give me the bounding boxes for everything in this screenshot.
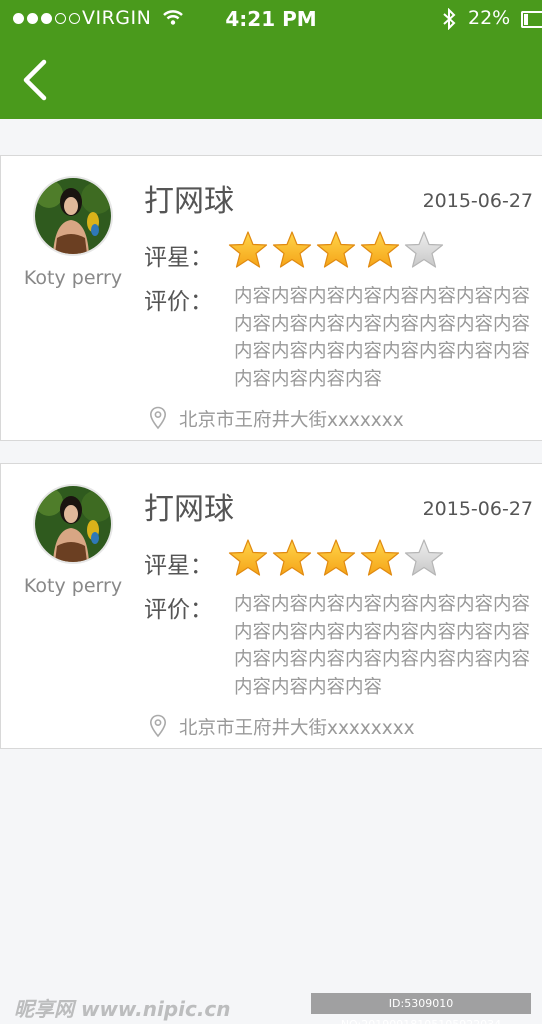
battery-icon — [521, 11, 542, 28]
review-text: 内容内容内容内容内容内容内容内容内容内容内容内容内容内容内容内容内容内容内容内容… — [234, 594, 531, 698]
reviewer-name: Koty perry — [23, 575, 123, 597]
star-filled-icon — [316, 231, 356, 268]
reviewer-name: Koty perry — [23, 267, 123, 289]
star-rating — [228, 538, 444, 578]
star-empty-icon — [404, 539, 444, 576]
star-filled-icon — [316, 539, 356, 576]
star-filled-icon — [360, 539, 400, 576]
star-filled-icon — [360, 231, 400, 268]
review-label: 评价： — [144, 597, 213, 623]
rating-label: 评星： — [144, 553, 213, 579]
review-card[interactable]: Koty perry 打网球 2015-06-27 评星： 评价： 内容内容内容… — [0, 463, 542, 749]
back-arrow-icon[interactable] — [20, 58, 50, 102]
review-date: 2015-06-27 — [422, 190, 533, 212]
location-pin-icon — [149, 406, 167, 430]
watermark-id: ID:5309010 NO:20190918105105922034 — [311, 993, 531, 1024]
star-empty-icon — [404, 231, 444, 268]
avatar — [33, 484, 113, 564]
star-rating — [228, 230, 444, 270]
review-card[interactable]: Koty perry 打网球 2015-06-27 评星： 评价： 内容内容内容… — [0, 155, 542, 441]
star-filled-icon — [272, 539, 312, 576]
review-label: 评价： — [144, 289, 213, 315]
star-filled-icon — [228, 539, 268, 576]
activity-title: 打网球 — [144, 184, 234, 219]
star-filled-icon — [272, 231, 312, 268]
status-bar: VIRGIN 4:21 PM 22% — [0, 0, 542, 40]
location-text: 北京市王府井大街xxxxxxxx — [179, 718, 415, 739]
battery-percent: 22% — [468, 7, 511, 29]
bluetooth-icon — [443, 8, 456, 30]
watermark-logo: 昵享网 www.nipic.cn — [14, 997, 231, 1021]
review-date: 2015-06-27 — [422, 498, 533, 520]
review-text: 内容内容内容内容内容内容内容内容内容内容内容内容内容内容内容内容内容内容内容内容… — [234, 286, 531, 390]
rating-label: 评星： — [144, 245, 213, 271]
star-filled-icon — [228, 231, 268, 268]
location-text: 北京市王府井大街xxxxxxx — [179, 410, 404, 431]
avatar — [33, 176, 113, 256]
location-pin-icon — [149, 714, 167, 738]
nav-header: VIRGIN 4:21 PM 22% — [0, 0, 542, 119]
clock: 4:21 PM — [225, 7, 317, 31]
activity-title: 打网球 — [144, 492, 234, 527]
